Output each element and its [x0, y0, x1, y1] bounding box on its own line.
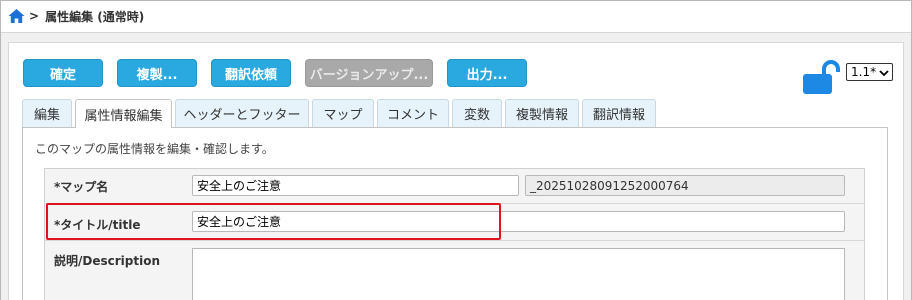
translation-request-button[interactable]: 翻訳依頼	[211, 59, 291, 87]
breadcrumb-separator: >	[29, 9, 40, 23]
duplicate-button[interactable]: 複製...	[117, 59, 197, 87]
output-button[interactable]: 出力...	[447, 59, 527, 87]
row-divider	[44, 240, 865, 241]
description-textarea[interactable]	[192, 248, 845, 300]
tab-edit[interactable]: 編集	[22, 99, 72, 127]
highlight-box	[46, 203, 501, 240]
breadcrumb-current: 属性編集 (通常時)	[45, 9, 145, 24]
chevron-down-icon	[879, 67, 889, 81]
map-id-field: _20251028091252000764	[525, 175, 845, 196]
tab-underline-right	[172, 127, 888, 128]
description-label: 説明/Description	[54, 254, 160, 268]
tab-duplicate-info[interactable]: 複製情報	[505, 99, 579, 127]
tab-comment[interactable]: コメント	[377, 99, 449, 127]
tab-attribute-edit[interactable]: 属性情報編集	[75, 99, 172, 128]
home-icon[interactable]	[8, 8, 25, 24]
tab-header-footer[interactable]: ヘッダーとフッター	[175, 99, 309, 127]
version-up-button[interactable]: バージョンアップ...	[305, 59, 433, 87]
description-text: このマップの属性情報を編集・確認します。	[35, 142, 274, 156]
breadcrumb: > 属性編集 (通常時)	[8, 6, 144, 26]
tab-underline-left	[22, 127, 75, 128]
map-name-label: *マップ名	[54, 180, 109, 194]
tab-variables[interactable]: 変数	[452, 99, 502, 127]
map-name-input[interactable]: 安全上のご注意	[192, 175, 519, 196]
tab-translation-info[interactable]: 翻訳情報	[582, 99, 656, 127]
tab-map[interactable]: マップ	[312, 99, 374, 127]
confirm-button[interactable]: 確定	[23, 59, 103, 87]
version-value: 1.1*	[851, 65, 877, 79]
version-select[interactable]: 1.1*	[846, 63, 893, 81]
unlock-icon[interactable]	[802, 60, 840, 96]
